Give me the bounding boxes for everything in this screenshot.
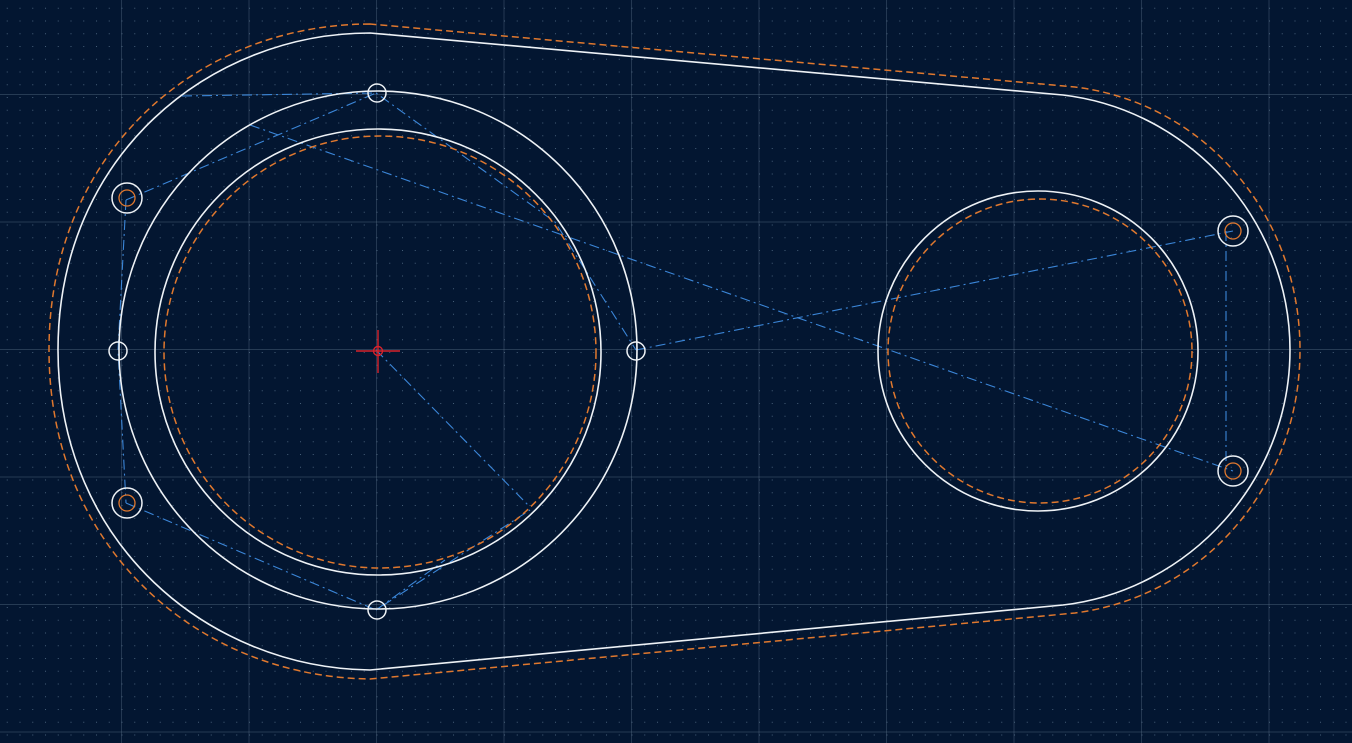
cad-drawing-canvas[interactable] [0,0,1352,743]
cad-viewport[interactable] [0,0,1352,743]
